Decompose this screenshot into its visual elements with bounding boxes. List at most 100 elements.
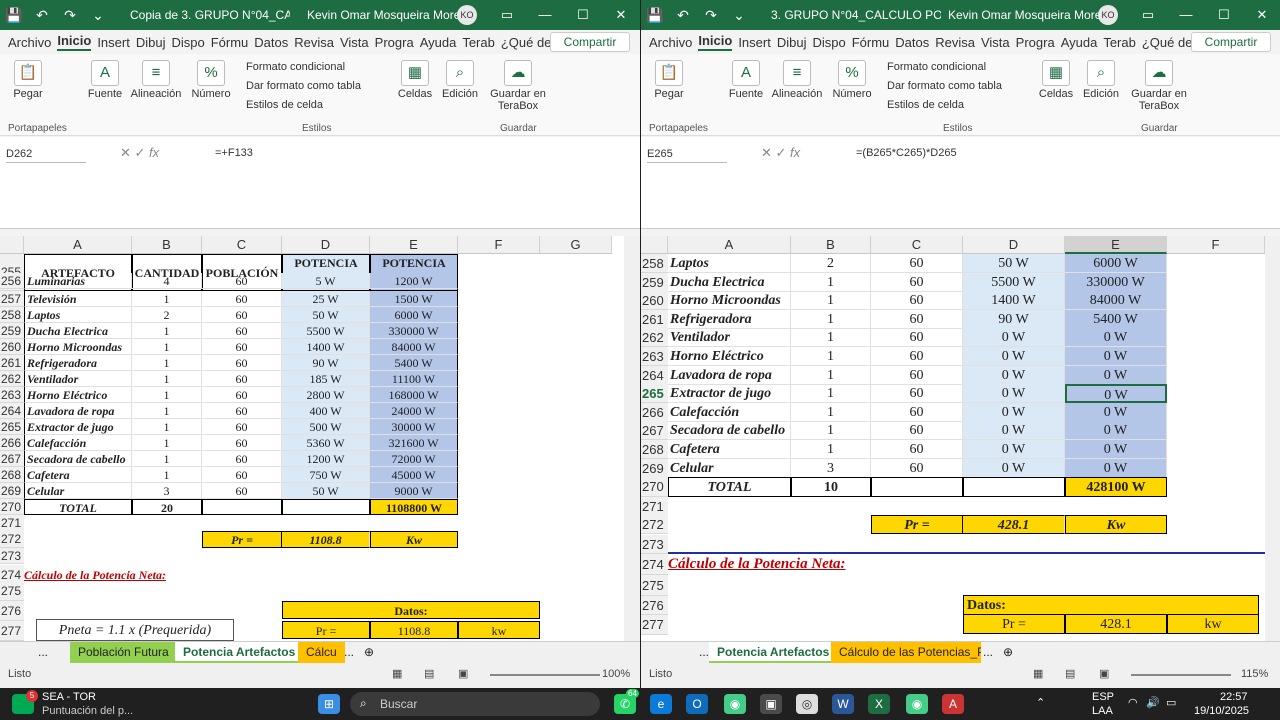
font-icon[interactable]: A xyxy=(732,60,760,86)
cell-cantidad[interactable]: 1 xyxy=(791,328,871,347)
cell-poblacion[interactable]: 60 xyxy=(871,421,963,440)
cell-poblacion[interactable]: 60 xyxy=(871,440,963,459)
ribbon-display-icon[interactable]: ▭ xyxy=(488,0,526,30)
cell-potencia-unitaria[interactable]: 5500 W xyxy=(963,273,1065,292)
cell-artefacto[interactable]: Extractor de jugo xyxy=(668,384,791,403)
volume-icon[interactable]: 🔊 xyxy=(1146,696,1160,709)
row-header[interactable]: 264 xyxy=(0,403,24,419)
cell-potencia-total[interactable]: 6000 W xyxy=(1065,254,1167,273)
page-layout-icon[interactable]: ▤ xyxy=(1065,667,1075,680)
pr-value[interactable]: 428.1 xyxy=(963,515,1065,534)
formula-input[interactable]: =(B265*C265)*D265 xyxy=(856,147,957,159)
cell-potencia-unitaria[interactable]: 0 W xyxy=(963,459,1065,478)
cell-potencia-total[interactable]: 72000 W xyxy=(370,451,458,467)
tray-chevron-icon[interactable]: ⌃ xyxy=(1036,696,1045,709)
row-header[interactable]: 268 xyxy=(641,440,668,459)
name-box[interactable]: E265 xyxy=(647,145,727,163)
cell-cantidad[interactable]: 3 xyxy=(132,483,202,499)
cell-cantidad[interactable]: 1 xyxy=(791,366,871,385)
cell-potencia-unitaria[interactable]: 1200 W xyxy=(282,451,370,467)
datos-pr[interactable]: Pr = xyxy=(963,614,1065,634)
cell-artefacto[interactable]: Secadora de cabello xyxy=(668,421,791,440)
cell-poblacion[interactable]: 60 xyxy=(202,451,282,467)
page-layout-icon[interactable]: ▤ xyxy=(424,667,434,680)
cell-poblacion[interactable]: 60 xyxy=(202,419,282,435)
datos-label[interactable]: Datos: xyxy=(282,601,540,619)
clock-time[interactable]: 22:57 xyxy=(1220,691,1248,703)
cell-potencia-unitaria[interactable]: 0 W xyxy=(963,421,1065,440)
datos-label[interactable]: Datos: xyxy=(963,595,1259,615)
cell-potencia-unitaria[interactable]: 25 W xyxy=(282,291,370,307)
cell-potencia-total[interactable]: 0 W xyxy=(1065,328,1167,347)
row-header[interactable]: 277 xyxy=(0,621,24,641)
cell-cantidad[interactable]: 1 xyxy=(791,347,871,366)
cell-potencia-total[interactable]: 330000 W xyxy=(1065,273,1167,292)
total-qty[interactable]: 10 xyxy=(791,477,871,497)
undo-icon[interactable]: ↶ xyxy=(28,7,56,24)
normal-view-icon[interactable]: ▦ xyxy=(1033,667,1043,680)
tab-programador[interactable]: Progra xyxy=(1016,35,1055,50)
tab-formulas[interactable]: Fórmu xyxy=(211,35,249,50)
row-header[interactable]: 276 xyxy=(641,596,668,615)
files-icon[interactable]: ▣ xyxy=(760,694,782,714)
select-all[interactable] xyxy=(641,236,668,254)
search-box[interactable]: ⌕ Buscar xyxy=(350,692,600,716)
minimize-icon[interactable]: — xyxy=(526,0,564,30)
cell-artefacto[interactable]: Calefacción xyxy=(24,435,132,451)
cell-cantidad[interactable]: 1 xyxy=(132,339,202,355)
cell-potencia-unitaria[interactable]: 0 W xyxy=(963,366,1065,385)
pr-label[interactable]: Pr = xyxy=(202,531,282,548)
sheet-tab-active[interactable]: Potencia Artefactos xyxy=(709,642,838,663)
tab-ayuda[interactable]: Ayuda xyxy=(420,35,457,50)
cell-poblacion[interactable]: 60 xyxy=(871,384,963,403)
cell-artefacto[interactable]: Refrigeradora xyxy=(24,355,132,371)
tab-inicio[interactable]: Inicio xyxy=(698,33,733,51)
number-icon[interactable]: % xyxy=(197,60,225,86)
cell-poblacion[interactable]: 60 xyxy=(202,483,282,499)
alignment-icon[interactable]: ≡ xyxy=(142,60,170,86)
save-icon[interactable]: 💾 xyxy=(641,7,669,24)
row-header[interactable]: 277 xyxy=(641,615,668,635)
total-label[interactable]: TOTAL xyxy=(24,499,132,515)
col-header[interactable]: E xyxy=(370,236,458,254)
row-header[interactable]: 266 xyxy=(641,403,668,422)
col-header[interactable]: A xyxy=(24,236,132,254)
cell-poblacion[interactable]: 60 xyxy=(202,435,282,451)
wifi-icon[interactable]: ◠ xyxy=(1128,696,1138,709)
tab-terabox[interactable]: Terab xyxy=(1103,35,1136,50)
tab-archivo[interactable]: Archivo xyxy=(8,35,51,50)
row-header[interactable]: 260 xyxy=(641,291,668,310)
add-sheet-icon[interactable]: ⊕ xyxy=(356,642,382,663)
col-header[interactable]: C xyxy=(202,236,282,254)
pr-unit[interactable]: Kw xyxy=(370,531,458,548)
cell-potencia-unitaria[interactable]: 5500 W xyxy=(282,323,370,339)
chrome-profile-icon[interactable]: ◉ xyxy=(906,694,928,714)
tab-inicio[interactable]: Inicio xyxy=(57,33,92,51)
cells-icon[interactable]: ▦ xyxy=(401,60,429,86)
cell-potencia-total[interactable]: 45000 W xyxy=(370,467,458,483)
cell-cantidad[interactable]: 1 xyxy=(791,273,871,292)
paste-icon[interactable]: 📋 xyxy=(14,60,42,86)
row-header[interactable]: 261 xyxy=(0,355,24,371)
cell-poblacion[interactable]: 60 xyxy=(202,371,282,387)
col-header[interactable]: C xyxy=(871,236,963,254)
cell-cantidad[interactable]: 1 xyxy=(791,384,871,403)
tab-ayuda[interactable]: Ayuda xyxy=(1061,35,1098,50)
row-header[interactable]: 269 xyxy=(0,483,24,499)
row-header[interactable]: 261 xyxy=(641,310,668,329)
select-all[interactable] xyxy=(0,236,24,254)
cell-poblacion[interactable]: 60 xyxy=(871,254,963,273)
share-button[interactable]: Compartir xyxy=(1191,32,1271,52)
tab-programador[interactable]: Progra xyxy=(375,35,414,50)
total-empty[interactable] xyxy=(282,499,370,515)
cell-potencia-unitaria[interactable]: 400 W xyxy=(282,403,370,419)
tab-disposicion[interactable]: Dispo xyxy=(812,35,845,50)
cell-cantidad[interactable]: 1 xyxy=(132,403,202,419)
cell-poblacion[interactable]: 60 xyxy=(202,403,282,419)
cell-cantidad[interactable]: 1 xyxy=(791,310,871,329)
cell-potencia-total[interactable]: 5400 W xyxy=(370,355,458,371)
avatar[interactable]: KO xyxy=(457,5,477,25)
cell-artefacto[interactable]: Cafetera xyxy=(668,440,791,459)
tell-me-search[interactable]: ¿Qué de xyxy=(1142,35,1193,50)
row-header[interactable]: 270 xyxy=(0,499,24,515)
